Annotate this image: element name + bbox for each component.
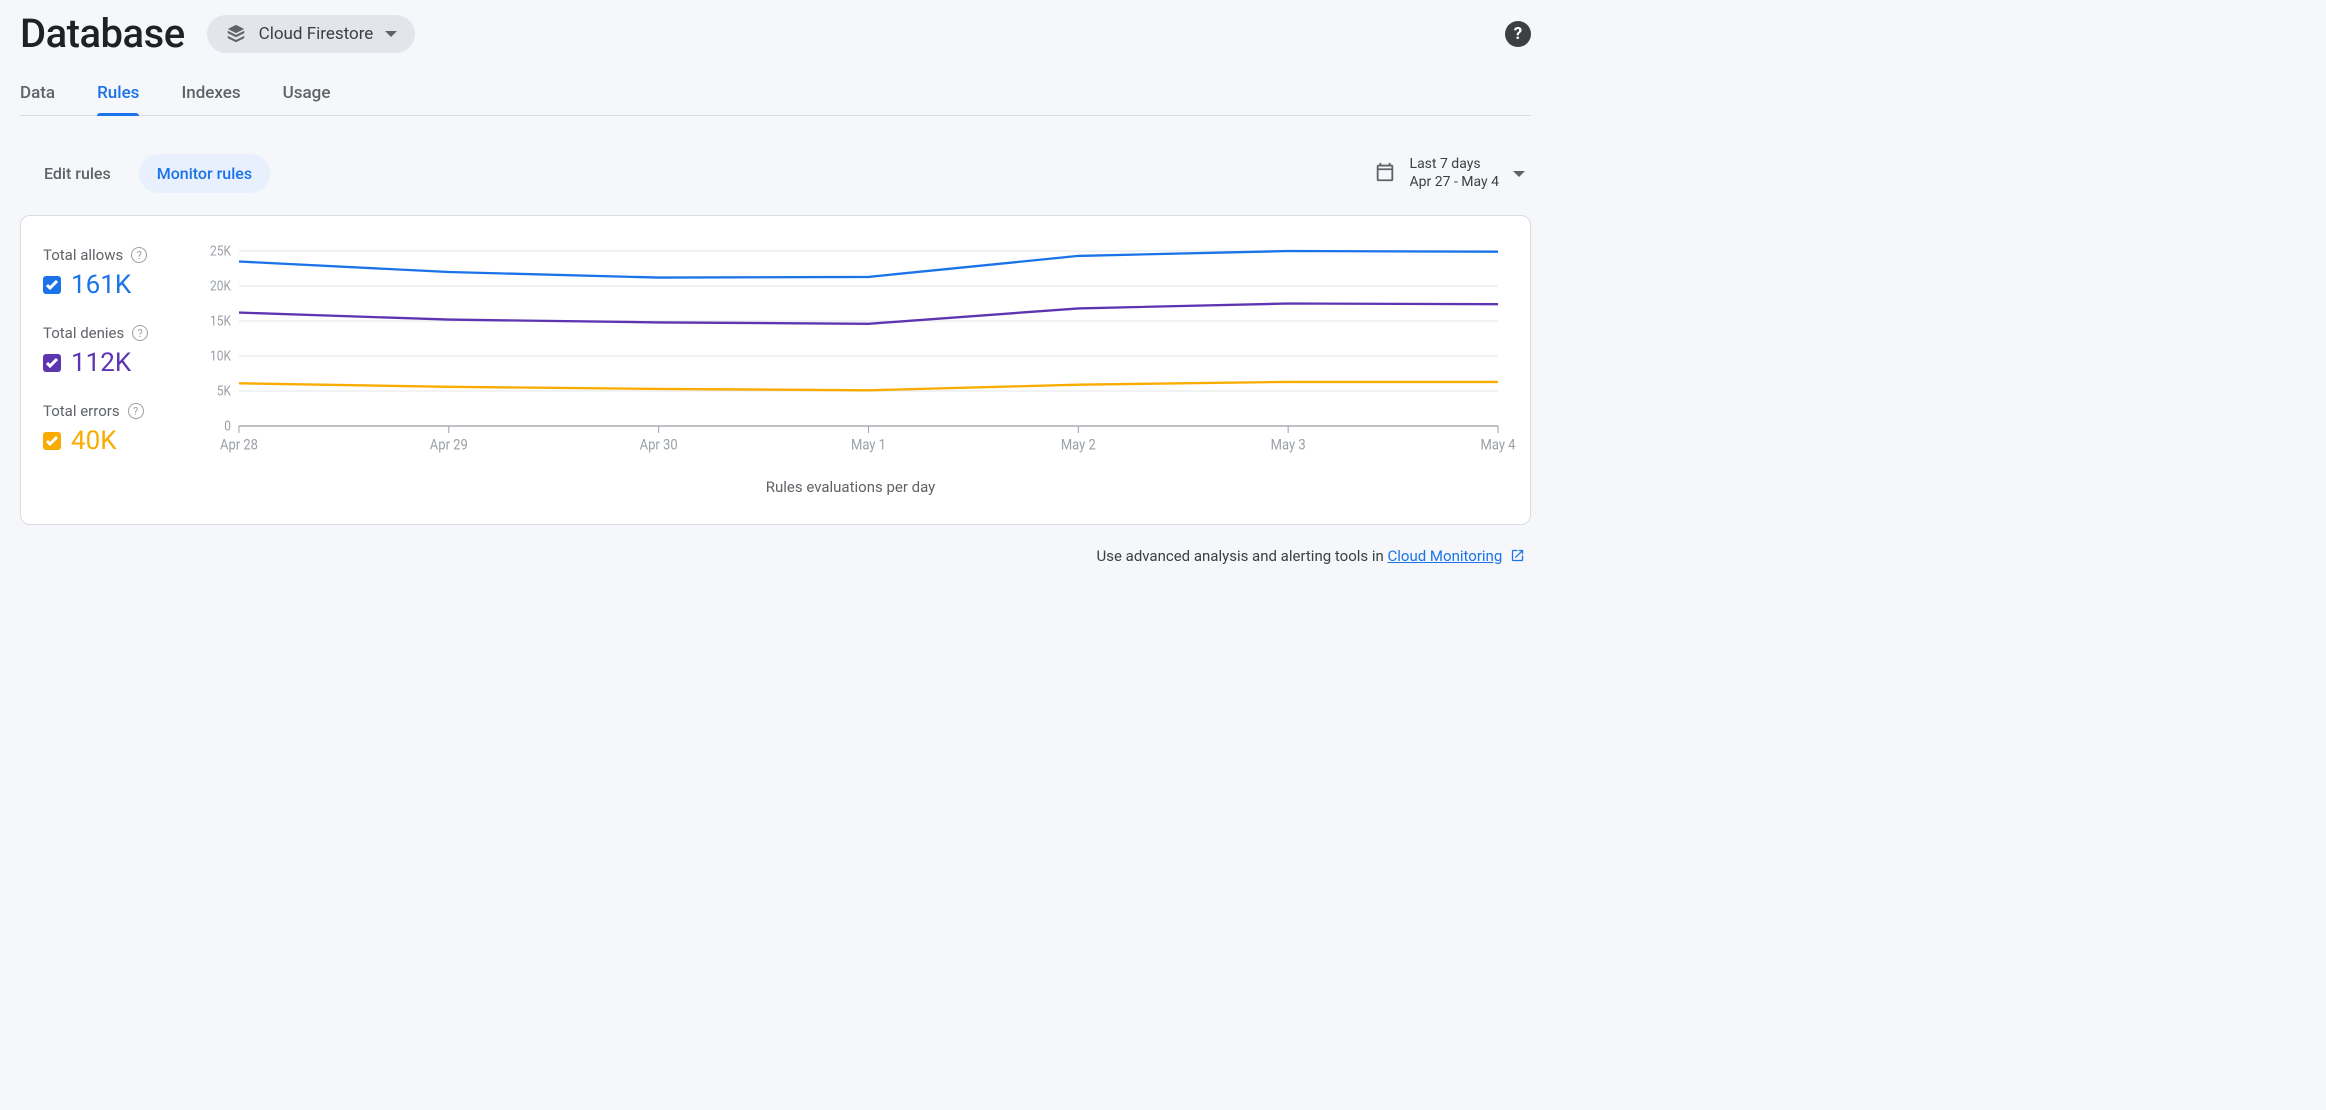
chevron-down-icon bbox=[1513, 171, 1525, 177]
svg-text:20K: 20K bbox=[210, 279, 232, 295]
chart-card: Total allows ? 161K Total denies ? 112K … bbox=[20, 215, 1531, 525]
legend-item-allows: Total allows ? 161K bbox=[43, 246, 201, 300]
svg-text:Apr 30: Apr 30 bbox=[640, 436, 678, 453]
svg-text:10K: 10K bbox=[210, 349, 232, 365]
cloud-monitoring-link[interactable]: Cloud Monitoring bbox=[1388, 547, 1503, 565]
footer-note: Use advanced analysis and alerting tools… bbox=[20, 547, 1531, 567]
legend-allows-value: 161K bbox=[71, 270, 131, 300]
date-range-selector[interactable]: Last 7 days Apr 27 - May 4 bbox=[1374, 156, 1525, 191]
legend-item-denies: Total denies ? 112K bbox=[43, 324, 201, 378]
legend-item-errors: Total errors ? 40K bbox=[43, 402, 201, 456]
help-icon[interactable]: ? bbox=[132, 325, 148, 341]
subtab-edit-rules[interactable]: Edit rules bbox=[26, 154, 129, 193]
calendar-icon bbox=[1374, 161, 1396, 187]
subtab-monitor-rules[interactable]: Monitor rules bbox=[139, 154, 270, 193]
legend-denies-value: 112K bbox=[71, 348, 131, 378]
svg-text:May 2: May 2 bbox=[1061, 436, 1096, 453]
firestore-icon bbox=[225, 23, 247, 45]
footer-prefix: Use advanced analysis and alerting tools… bbox=[1097, 547, 1388, 565]
svg-text:5K: 5K bbox=[217, 384, 232, 400]
legend-errors-checkbox[interactable] bbox=[43, 432, 61, 450]
legend-allows-label: Total allows bbox=[43, 246, 123, 264]
legend-allows-checkbox[interactable] bbox=[43, 276, 61, 294]
svg-text:0: 0 bbox=[224, 419, 231, 435]
database-selector[interactable]: Cloud Firestore bbox=[207, 15, 416, 53]
help-icon[interactable]: ? bbox=[1505, 21, 1531, 47]
database-selector-label: Cloud Firestore bbox=[259, 24, 374, 44]
legend-denies-label: Total denies bbox=[43, 324, 124, 342]
tab-indexes[interactable]: Indexes bbox=[181, 73, 240, 115]
legend-errors-label: Total errors bbox=[43, 402, 120, 420]
chevron-down-icon bbox=[385, 31, 397, 37]
rules-evaluations-chart: 0 5K 10K 15K 20K 25K Apr 28 Apr 29 Apr 30 May 1 Ma… bbox=[201, 244, 1500, 454]
svg-text:May 3: May 3 bbox=[1271, 436, 1306, 453]
svg-text:Apr 28: Apr 28 bbox=[220, 436, 258, 453]
chart-x-label: Rules evaluations per day bbox=[201, 478, 1500, 496]
help-icon[interactable]: ? bbox=[131, 247, 147, 263]
external-link-icon bbox=[1510, 549, 1525, 567]
legend-errors-value: 40K bbox=[71, 426, 117, 456]
svg-text:May 1: May 1 bbox=[851, 436, 886, 453]
help-icon[interactable]: ? bbox=[128, 403, 144, 419]
page-title: Database bbox=[20, 10, 185, 57]
tab-data[interactable]: Data bbox=[20, 73, 55, 115]
tab-usage[interactable]: Usage bbox=[283, 73, 331, 115]
svg-text:Apr 29: Apr 29 bbox=[430, 436, 468, 453]
date-range-label: Last 7 days bbox=[1410, 156, 1499, 174]
legend-denies-checkbox[interactable] bbox=[43, 354, 61, 372]
date-range-value: Apr 27 - May 4 bbox=[1410, 174, 1499, 192]
subtabs: Edit rules Monitor rules bbox=[26, 154, 270, 193]
svg-text:25K: 25K bbox=[210, 244, 232, 260]
main-tabs: Data Rules Indexes Usage bbox=[20, 73, 1531, 116]
svg-text:15K: 15K bbox=[210, 314, 232, 330]
svg-text:May 4: May 4 bbox=[1481, 436, 1516, 453]
tab-rules[interactable]: Rules bbox=[97, 73, 139, 115]
